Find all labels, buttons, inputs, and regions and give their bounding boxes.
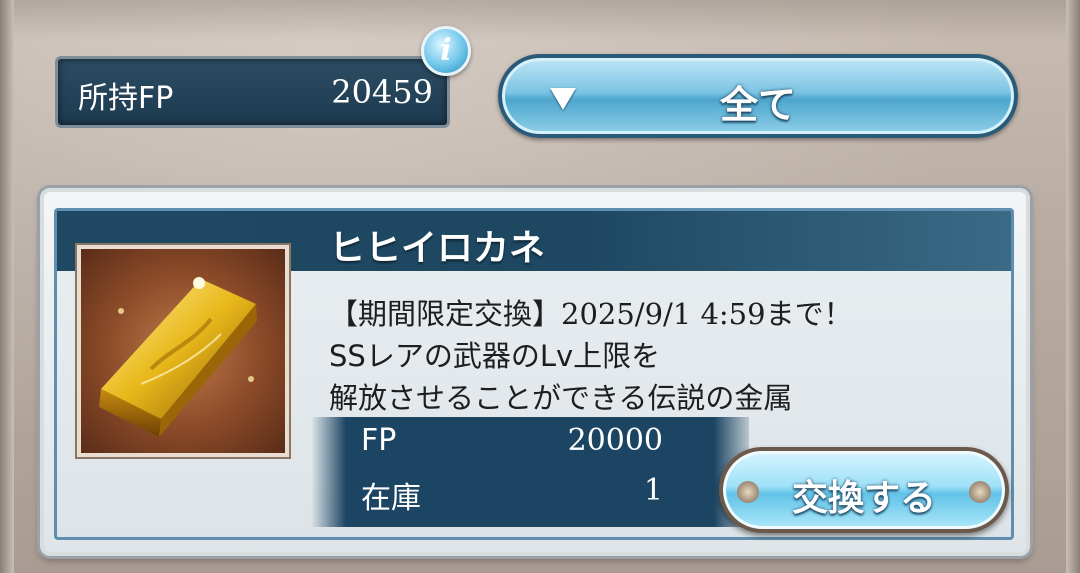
- filter-dropdown[interactable]: 全て: [498, 54, 1018, 138]
- item-description: 【期間限定交換】2025/9/1 4:59まで！ SSレアの武器のLv上限を 解…: [329, 293, 989, 419]
- stock-value: 1: [643, 473, 663, 508]
- item-description-line: SSレアの武器のLv上限を: [329, 339, 661, 373]
- filter-label: 全て: [719, 83, 796, 127]
- cost-label: FP: [361, 423, 397, 458]
- item-description-line: 解放させることができる伝説の金属: [329, 381, 793, 415]
- stock-label: 在庫: [361, 481, 421, 516]
- fp-balance-label: 所持FP: [78, 81, 174, 116]
- item-card: ヒヒイロカネ 【期間限定交換】2025/9/1 4:59まで！ SSレアの武器の…: [40, 188, 1030, 556]
- cost-value: 20000: [567, 423, 663, 458]
- item-card-inner: ヒヒイロカネ 【期間限定交換】2025/9/1 4:59まで！ SSレアの武器の…: [54, 208, 1014, 540]
- item-name: ヒヒイロカネ: [329, 228, 546, 269]
- gold-ingot-image: [77, 245, 289, 457]
- top-ornament: [0, 0, 1080, 40]
- exchange-button[interactable]: 交換する: [719, 447, 1009, 533]
- info-icon[interactable]: i: [421, 26, 471, 76]
- fp-balance-box: 所持FP 20459: [55, 56, 450, 128]
- right-frame: [1066, 0, 1080, 573]
- exchange-button-label: 交換する: [791, 478, 936, 519]
- item-stats-panel: FP 20000 在庫 1: [311, 417, 749, 527]
- item-description-line: 【期間限定交換】2025/9/1 4:59まで！: [329, 297, 853, 331]
- left-frame: [0, 0, 14, 573]
- gold-ingot-icon: [99, 277, 257, 437]
- fp-balance-value: 20459: [331, 73, 433, 111]
